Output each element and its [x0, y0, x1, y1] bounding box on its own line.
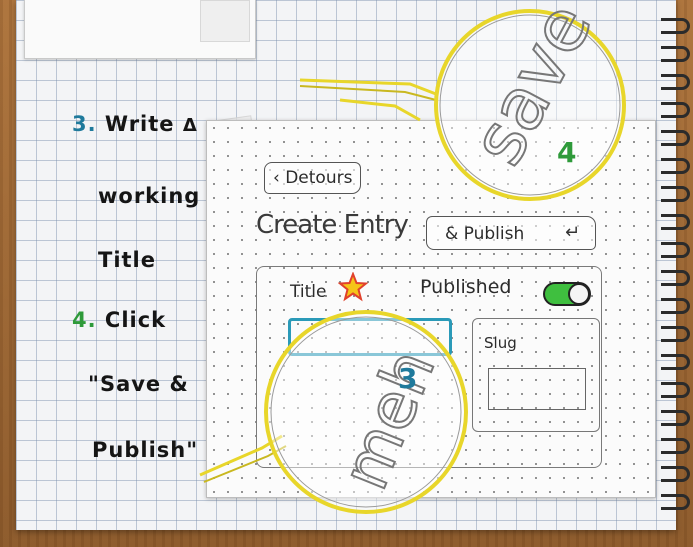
callout-leader-line	[339, 98, 421, 122]
annotation-overlay: save 4 meh 3	[199, 0, 626, 514]
callout-marker-3: 3	[398, 362, 417, 395]
callout-marker-4: 4	[557, 136, 576, 169]
callout-leader-line	[299, 85, 437, 101]
